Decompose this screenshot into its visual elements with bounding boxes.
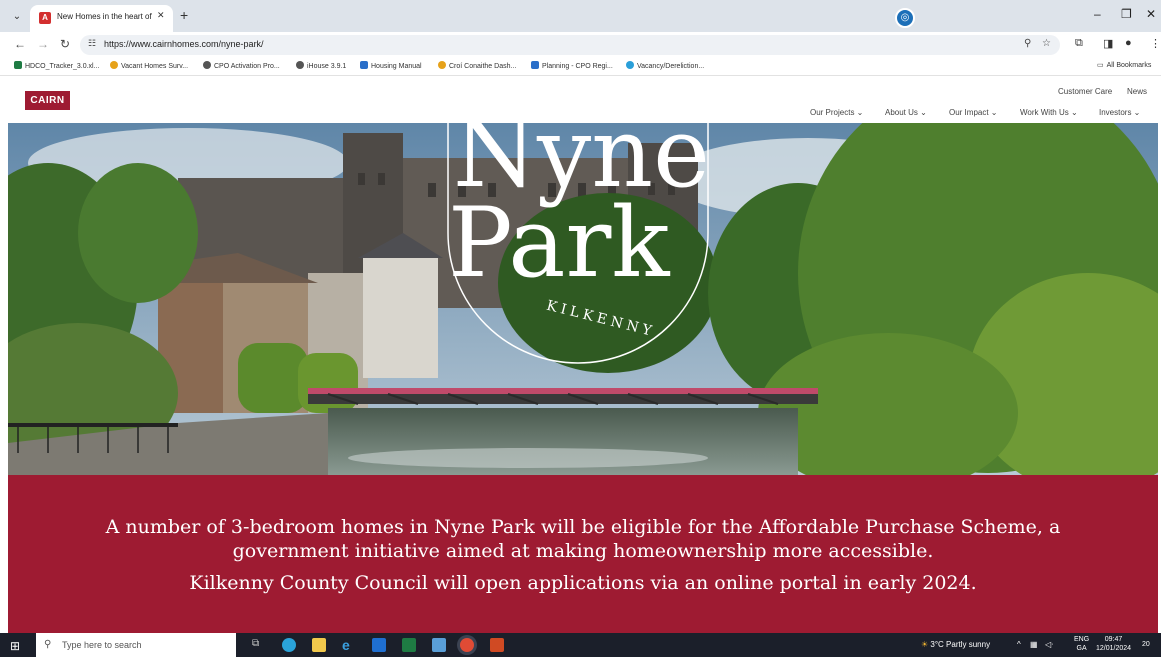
bookmark-croi-conaithe[interactable]: Croí Conaithe Dash... [438,61,516,70]
url-text[interactable]: https://www.cairnhomes.com/nyne-park/ [104,39,264,49]
all-bookmarks-folder[interactable]: ▭ All Bookmarks [1097,61,1151,69]
bookmark-star-icon[interactable]: ☆ [1042,38,1051,49]
windows-taskbar: ⊞ ⚲ Type here to search ⧉ e ☀ 3°C Partly… [0,633,1161,657]
bookmarks-bar: HDCO_Tracker_3.0.xl... Vacant Homes Surv… [0,58,1161,76]
bookmark-planning-cpo[interactable]: Planning - CPO Regi... [531,61,613,70]
bookmark-housing-manual[interactable]: Housing Manual [360,61,422,70]
document-icon [360,61,368,69]
side-panel-icon[interactable]: ◨ [1103,37,1113,50]
outlook-icon[interactable] [372,638,386,652]
menu-kebab-icon[interactable]: ⋮ [1150,37,1161,50]
back-arrow-icon[interactable]: ← [14,37,26,51]
tab-search-chevron-icon[interactable]: ⌄ [8,8,26,26]
nav-our-projects[interactable]: Our Projects ⌄ [810,108,863,117]
profile-avatar-icon[interactable]: ● [1125,37,1132,49]
file-explorer-icon[interactable] [312,638,326,652]
taskbar-search-box[interactable]: ⚲ Type here to search [36,633,236,657]
globe-icon [626,61,634,69]
banner-line-2: government initiative aimed at making ho… [232,540,934,562]
taskbar-search-placeholder: Type here to search [62,640,142,650]
notifications-badge[interactable]: 20 [1142,641,1150,648]
browser-tab-bar: ⌄ A New Homes in the heart of Kilk ✕ + ◎… [0,0,1161,32]
chrome-icon[interactable] [460,638,474,652]
site-header: CAIRN Customer Care News Our Projects ⌄ … [8,77,1158,123]
minimize-icon[interactable]: – [1094,7,1101,21]
customer-care-link[interactable]: Customer Care [1058,87,1112,96]
clock[interactable]: 09:47 12/01/2024 [1096,635,1131,653]
bookmark-cpo-activation[interactable]: CPO Activation Pro... [203,61,280,70]
bookmark-vacant-homes[interactable]: Vacant Homes Surv... [110,61,188,70]
sharepoint-icon [531,61,539,69]
nav-about-us[interactable]: About Us ⌄ [885,108,927,117]
weather-sun-icon: ☀ [921,640,929,649]
excel-taskbar-icon[interactable] [402,638,416,652]
restore-icon[interactable]: ❐ [1121,7,1132,21]
zoom-icon[interactable]: ⚲ [1024,38,1031,49]
search-icon: ⚲ [44,639,52,650]
task-view-icon[interactable]: ⧉ [252,638,266,652]
tab-title: New Homes in the heart of Kilk [57,12,152,21]
cairn-favicon-icon: A [39,12,51,24]
extension-circle-icon[interactable]: ◎ [895,8,915,28]
bookmark-ihouse[interactable]: iHouse 3.9.1 [296,61,346,70]
hero-image: Nyne Park KILKENNY [8,123,1158,475]
bookmark-vacancy-dereliction[interactable]: Vacancy/Dereliction... [626,61,704,70]
web-page: CAIRN Customer Care News Our Projects ⌄ … [8,77,1158,633]
tray-chevron-icon[interactable]: ^ [1017,640,1021,649]
extensions-puzzle-icon[interactable]: ⧉ [1075,37,1083,50]
reload-icon[interactable]: ↻ [60,37,70,51]
nav-our-impact[interactable]: Our Impact ⌄ [949,108,998,117]
banner-line-3: Kilkenny County Council will open applic… [189,572,977,594]
new-tab-plus-icon[interactable]: + [180,7,188,23]
globe-icon [296,61,304,69]
weather-widget[interactable]: ☀ 3°C Partly sunny [921,640,990,649]
folder-icon: ▭ [1097,62,1104,69]
app-window-icon[interactable] [432,638,446,652]
excel-icon [14,61,22,69]
address-bar[interactable]: ☷ https://www.cairnhomes.com/nyne-park/ … [80,35,1060,55]
browser-toolbar: ← → ↻ ☷ https://www.cairnhomes.com/nyne-… [0,32,1161,58]
internet-explorer-icon[interactable]: e [342,638,356,652]
site-info-icon[interactable]: ☷ [88,38,96,49]
windows-start-icon[interactable]: ⊞ [10,639,20,653]
tab-close-icon[interactable]: ✕ [157,10,165,21]
dashboard-icon [438,61,446,69]
hero-title-park: Park [448,187,670,299]
network-icon[interactable]: ▦ [1030,640,1038,649]
cairn-logo[interactable]: CAIRN [25,91,70,110]
globe-icon [203,61,211,69]
affordable-scheme-banner: A number of 3-bedroom homes in Nyne Park… [8,475,1158,633]
news-link[interactable]: News [1127,87,1147,96]
powerpoint-icon[interactable] [490,638,504,652]
edge-icon[interactable] [282,638,296,652]
survey-icon [110,61,118,69]
speaker-icon[interactable]: ◁ᐧ [1045,640,1053,649]
banner-line-1: A number of 3-bedroom homes in Nyne Park… [105,516,1061,538]
close-window-icon[interactable]: ✕ [1146,7,1156,21]
language-indicator[interactable]: ENG GA [1074,635,1089,653]
browser-tab-active[interactable]: A New Homes in the heart of Kilk ✕ [30,5,173,32]
forward-arrow-icon[interactable]: → [37,37,49,51]
nav-investors[interactable]: Investors ⌄ [1099,108,1140,117]
bookmark-hdco-tracker[interactable]: HDCO_Tracker_3.0.xl... [14,61,99,70]
nav-work-with-us[interactable]: Work With Us ⌄ [1020,108,1078,117]
